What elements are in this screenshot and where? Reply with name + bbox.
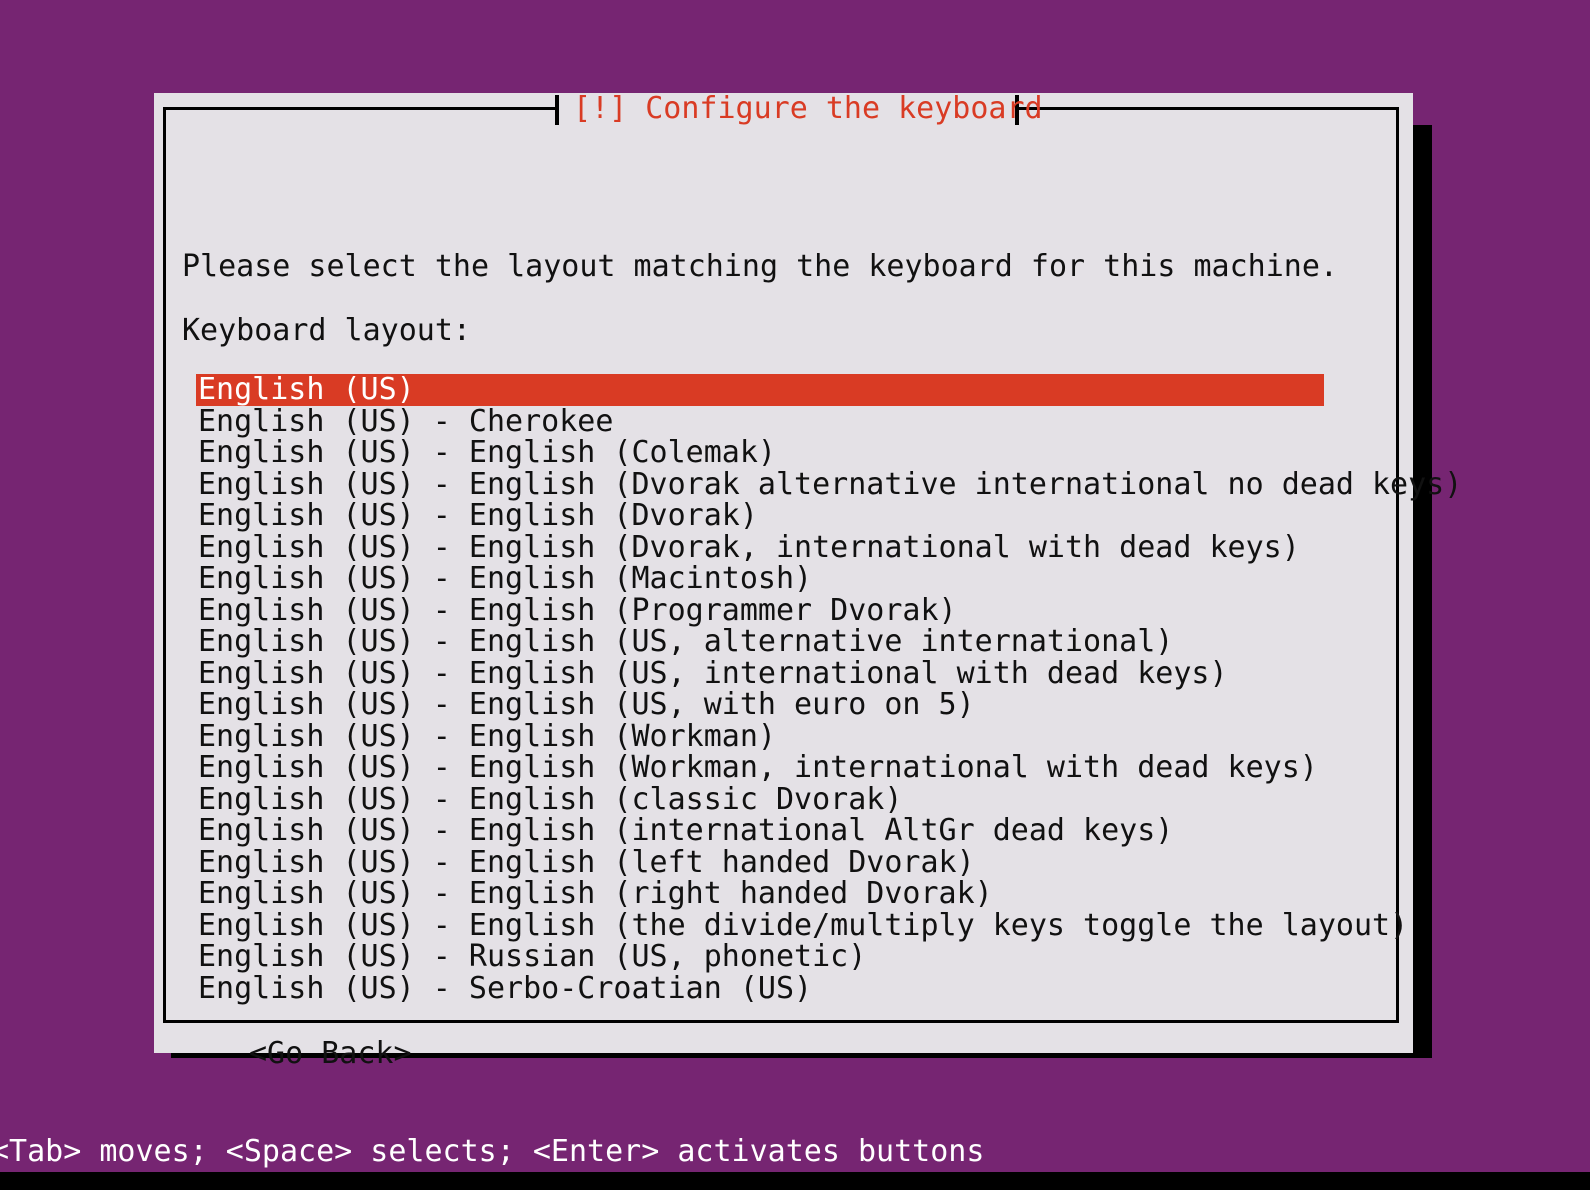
layout-list-item[interactable]: English (US) [196,374,1324,406]
layout-list-item[interactable]: English (US) - English (Dvorak) [196,500,1386,532]
layout-list-item[interactable]: English (US) - English (Macintosh) [196,563,1386,595]
prompt-text: Please select the layout matching the ke… [182,249,1338,284]
layout-list-item[interactable]: English (US) - Cherokee [196,405,1386,438]
configure-keyboard-dialog: [!] Configure the keyboard Please select… [154,91,1462,1071]
layout-list-item[interactable]: English (US) - English (US, alternative … [196,626,1386,658]
status-bar: <Tab> moves; <Space> selects; <Enter> ac… [0,1133,1590,1171]
layout-list-item[interactable]: English (US) - English (right handed Dvo… [196,878,1386,910]
layout-list-item[interactable]: English (US) - English (Programmer Dvora… [196,594,1386,627]
keyboard-layout-list[interactable]: English (US) English (US) - Cherokee Engli… [196,374,1462,1005]
layout-list-item[interactable]: English (US) - English (Dvorak, internat… [196,531,1386,564]
layout-list-item[interactable]: English (US) - English (Workman, interna… [196,752,1386,784]
desktop-background: [!] Configure the keyboard Please select… [0,0,1590,1190]
dialog-button-row: <Go Back> [196,1037,1296,1071]
screen-bottom-strip [0,1172,1590,1190]
layout-list-item[interactable]: English (US) - English (left handed Dvor… [196,846,1386,879]
go-back-button[interactable]: <Go Back> [196,1037,412,1071]
status-bar-text: <Tab> moves; <Space> selects; <Enter> ac… [0,1134,985,1169]
keyboard-layout-label: Keyboard layout: [182,313,471,348]
layout-list-item[interactable]: English (US) - English (US, with euro on… [196,689,1386,721]
layout-list-item[interactable]: English (US) - English (Colemak) [196,437,1386,469]
layout-list-item[interactable]: English (US) - Serbo-Croatian (US) [196,972,1386,1005]
dialog-body: Please select the layout matching the ke… [154,93,1462,1071]
layout-list-item[interactable]: English (US) - English (classic Dvorak) [196,783,1386,816]
layout-list-item[interactable]: English (US) - English (US, internationa… [196,657,1386,690]
layout-list-item[interactable]: English (US) - English (Workman) [196,720,1386,753]
layout-list-item[interactable]: English (US) - English (Dvorak alternati… [196,468,1462,501]
layout-list-item[interactable]: English (US) - English (the divide/multi… [196,909,1408,942]
layout-list-item[interactable]: English (US) - Russian (US, phonetic) [196,941,1386,973]
layout-list-item[interactable]: English (US) - English (international Al… [196,815,1386,847]
